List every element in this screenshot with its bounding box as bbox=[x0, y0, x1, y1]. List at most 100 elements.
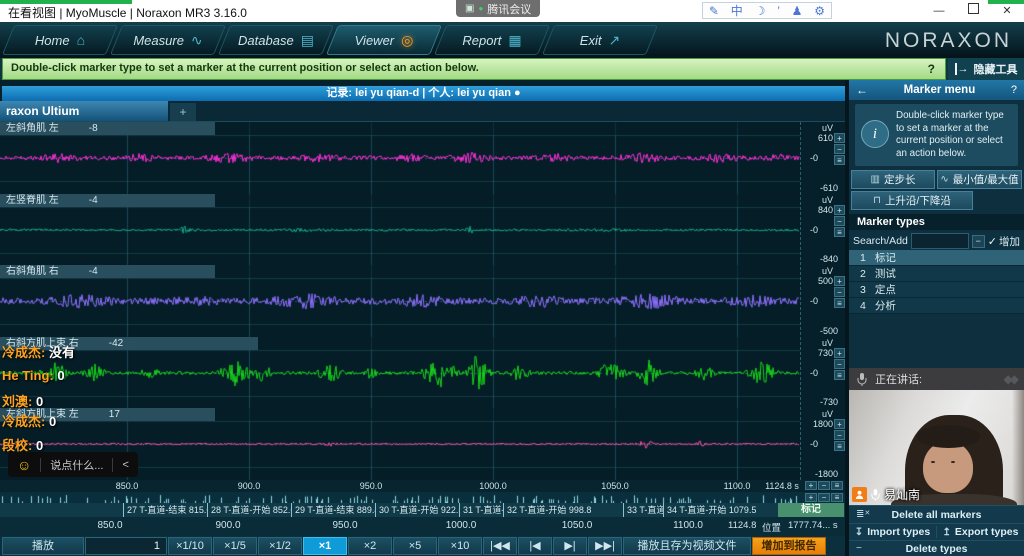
emoji-icon[interactable]: ☺ bbox=[17, 457, 31, 473]
ime-pen-icon[interactable]: ✎ bbox=[709, 4, 719, 18]
zoom-in-button[interactable]: + bbox=[834, 276, 845, 286]
ime-language-icon[interactable]: 中 bbox=[731, 2, 743, 19]
ime-gear-icon[interactable]: ⚙ bbox=[814, 4, 825, 18]
zoom-in-button[interactable]: + bbox=[834, 133, 845, 143]
speed-button[interactable]: ×1/5 bbox=[213, 537, 257, 555]
speed-button[interactable]: ×1/10 bbox=[168, 537, 212, 555]
play-count-input[interactable]: 1 bbox=[85, 537, 167, 555]
step-forward-button[interactable]: ▶| bbox=[553, 537, 587, 555]
noraxon-mr3-window: 在看视图 | MyoMuscle | Noraxon MR3 3.16.0 ▣ … bbox=[0, 0, 1024, 556]
remove-type-button[interactable]: − bbox=[972, 235, 985, 248]
marker-label[interactable]: 27 T-直道-结束 815.6 bbox=[123, 503, 207, 517]
save-video-button[interactable]: 播放且存为视频文件 bbox=[623, 537, 751, 555]
speed-button-active[interactable]: ×1 bbox=[303, 537, 347, 555]
microphone-icon bbox=[871, 489, 880, 501]
strip-menu-button[interactable]: ≡ bbox=[831, 493, 843, 502]
chat-collapse-button[interactable]: < bbox=[122, 459, 128, 471]
marker-label[interactable]: 29 T-直道-结束 889.4 bbox=[291, 503, 375, 517]
zoom-out-button[interactable]: − bbox=[834, 144, 845, 154]
zoom-out-button[interactable]: − bbox=[834, 359, 845, 369]
emg-waveforms-canvas[interactable] bbox=[0, 122, 800, 480]
fixed-step-button[interactable]: ▥ 定步长 bbox=[851, 170, 935, 189]
help-icon[interactable]: ? bbox=[1011, 84, 1017, 96]
step-back-button[interactable]: |◀ bbox=[518, 537, 552, 555]
hide-tools-button[interactable]: → 隐藏工具 bbox=[948, 58, 1024, 80]
marker-type-item[interactable]: 3定点 bbox=[849, 282, 1024, 298]
add-type-button[interactable]: ✓增加 bbox=[988, 234, 1020, 249]
edges-button[interactable]: ⊓ 上升沿/下降沿 bbox=[851, 191, 973, 210]
marker-label[interactable]: 34 T-直道-开始 1079.5 bbox=[663, 503, 775, 517]
speed-button[interactable]: ×1/2 bbox=[258, 537, 302, 555]
delete-types-button[interactable]: − Delete types bbox=[849, 540, 1024, 556]
zoom-in-button[interactable]: + bbox=[805, 493, 817, 502]
speed-button[interactable]: ×2 bbox=[348, 537, 392, 555]
axis-menu-button[interactable]: ≡ bbox=[831, 481, 843, 490]
tab-exit[interactable]: Exit↗ bbox=[548, 25, 652, 55]
webcam-video[interactable]: 易灿南 bbox=[849, 390, 1024, 505]
ime-moon-icon[interactable]: ☽ bbox=[755, 4, 766, 18]
device-tab-noraxon-ultium[interactable]: raxon Ultium bbox=[0, 101, 168, 121]
help-icon[interactable]: ? bbox=[928, 60, 935, 79]
marker-label[interactable]: 32 T-直道-开始 998.8 bbox=[503, 503, 623, 517]
speed-button[interactable]: ×5 bbox=[393, 537, 437, 555]
marker-type-tag-button[interactable]: 标记 bbox=[778, 503, 844, 517]
min-max-button[interactable]: ∿ 最小值/最大值 bbox=[937, 170, 1022, 189]
zoom-in-button[interactable]: + bbox=[834, 419, 845, 429]
zoom-in-button[interactable]: + bbox=[834, 205, 845, 215]
scale-menu-button[interactable]: ≡ bbox=[834, 370, 845, 380]
zoom-out-button[interactable]: − bbox=[834, 216, 845, 226]
scale-menu-button[interactable]: ≡ bbox=[834, 298, 845, 308]
tab-report[interactable]: Report▦ bbox=[440, 25, 544, 55]
edges-icon: ⊓ bbox=[873, 195, 881, 206]
marker-label[interactable]: 30 T-直道-开始 922.5 bbox=[375, 503, 459, 517]
close-button[interactable]: ✕ bbox=[990, 0, 1024, 22]
tab-database[interactable]: Database▤ bbox=[224, 25, 328, 55]
overview-axis[interactable]: 850.0 900.0 950.0 1000.0 1050.0 1100.0 1… bbox=[0, 517, 845, 536]
chat-input-placeholder[interactable]: 说点什么... bbox=[50, 457, 103, 473]
marker-type-item[interactable]: 4分析 bbox=[849, 298, 1024, 314]
meeting-chat-message: 冷成杰: 0 bbox=[2, 411, 56, 430]
tab-home[interactable]: Home⌂ bbox=[8, 25, 112, 55]
search-add-input[interactable] bbox=[911, 233, 969, 249]
zoom-out-button[interactable]: − bbox=[818, 493, 830, 502]
zoom-out-button[interactable]: − bbox=[834, 430, 845, 440]
marker-label[interactable]: 28 T-直道-开始 852.6 bbox=[207, 503, 291, 517]
zoom-in-button[interactable]: + bbox=[805, 481, 817, 490]
ime-toolbar: ✎ 中 ☽ ’ ♟ ⚙ bbox=[702, 2, 832, 19]
maximize-button[interactable] bbox=[956, 0, 990, 22]
delete-list-icon: ≣✕ bbox=[856, 509, 870, 520]
marker-tick-strip[interactable]: +−≡ bbox=[0, 492, 845, 503]
zoom-out-button[interactable]: − bbox=[818, 481, 830, 490]
delete-all-markers-button[interactable]: ≣✕ Delete all markers bbox=[849, 505, 1024, 523]
marker-label[interactable]: 33 T-直道-... bbox=[623, 503, 663, 517]
zoom-out-button[interactable]: − bbox=[834, 287, 845, 297]
minimize-button[interactable]: — bbox=[922, 0, 956, 22]
add-to-report-button[interactable]: 增加到报告 bbox=[752, 537, 826, 555]
skip-end-button[interactable]: ▶▶| bbox=[588, 537, 622, 555]
channel-header[interactable]: 左斜角肌 左-8 bbox=[0, 122, 215, 135]
play-button[interactable]: 播放 bbox=[2, 537, 84, 555]
ime-user-icon[interactable]: ♟ bbox=[792, 4, 803, 18]
add-device-tab-button[interactable]: + bbox=[170, 103, 196, 121]
tencent-meeting-pill[interactable]: ▣ ● 腾讯会议 bbox=[456, 0, 540, 17]
marker-label[interactable]: 31 T-直道-... bbox=[459, 503, 503, 517]
channel-header[interactable]: 右斜角肌 右-4 bbox=[0, 265, 215, 278]
tab-viewer[interactable]: Viewer◎ bbox=[332, 25, 436, 55]
scale-menu-button[interactable]: ≡ bbox=[834, 155, 845, 165]
back-icon[interactable]: ← bbox=[856, 83, 868, 97]
import-icon: ↧ bbox=[855, 527, 863, 538]
scale-menu-button[interactable]: ≡ bbox=[834, 227, 845, 237]
import-types-button[interactable]: ↧Import types bbox=[849, 526, 936, 538]
channel-header[interactable]: 左竖脊肌 左-4 bbox=[0, 194, 215, 207]
export-types-button[interactable]: ↥Export types bbox=[936, 526, 1024, 538]
marker-type-item[interactable]: 2测试 bbox=[849, 266, 1024, 282]
scale-menu-button[interactable]: ≡ bbox=[834, 441, 845, 451]
zoom-in-button[interactable]: + bbox=[834, 348, 845, 358]
ime-punctuation-icon[interactable]: ’ bbox=[777, 4, 780, 18]
tab-measure[interactable]: Measure∿ bbox=[116, 25, 220, 55]
skip-start-button[interactable]: |◀◀ bbox=[483, 537, 517, 555]
speed-button[interactable]: ×10 bbox=[438, 537, 482, 555]
hide-tools-icon: → bbox=[955, 63, 969, 75]
marker-type-item[interactable]: 1标记 bbox=[849, 250, 1024, 266]
meeting-chat-input-bar[interactable]: ☺ 说点什么... < bbox=[8, 452, 138, 477]
